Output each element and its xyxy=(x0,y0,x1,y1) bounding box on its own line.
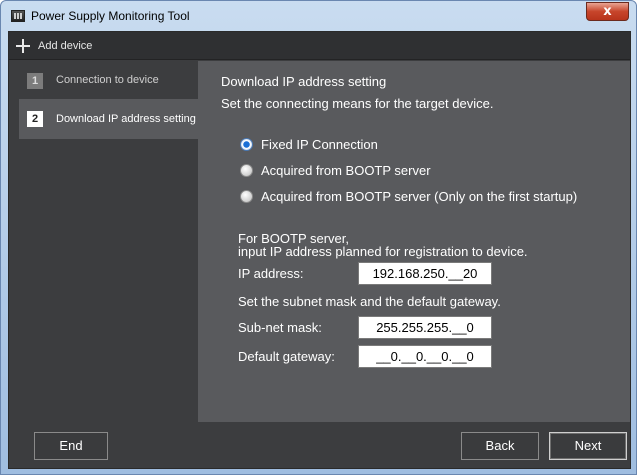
step-label: Download IP address setting xyxy=(56,113,196,125)
default-gateway-label: Default gateway: xyxy=(238,349,335,364)
subnet-note: Set the subnet mask and the default gate… xyxy=(238,294,501,309)
step-download-ip-address-setting: 2 Download IP address setting xyxy=(19,99,198,139)
wizard-steps-sidebar: 1 Connection to device 2 Download IP add… xyxy=(9,61,198,421)
radio-button[interactable] xyxy=(240,190,253,203)
end-button[interactable]: End xyxy=(34,432,108,460)
bootp-note: input IP address planned for registratio… xyxy=(238,244,528,259)
close-button[interactable]: x xyxy=(586,2,629,21)
page-heading: Download IP address setting xyxy=(221,74,387,89)
radio-label: Fixed IP Connection xyxy=(261,137,378,152)
window-title: Power Supply Monitoring Tool xyxy=(31,9,190,23)
title-bar[interactable]: Power Supply Monitoring Tool x xyxy=(1,1,636,31)
radio-button-checked[interactable] xyxy=(240,138,253,151)
next-button[interactable]: Next xyxy=(549,432,627,460)
app-window: Power Supply Monitoring Tool x Add devic… xyxy=(0,0,637,475)
radio-label: Acquired from BOOTP server (Only on the … xyxy=(261,189,578,204)
back-button[interactable]: Back xyxy=(461,432,539,460)
step-content-panel: Download IP address setting Set the conn… xyxy=(198,61,630,422)
ip-address-input[interactable]: 192.168.250.__20 xyxy=(358,262,492,285)
step-number: 1 xyxy=(27,73,43,89)
step-label: Connection to device xyxy=(56,74,159,86)
plus-icon xyxy=(16,39,30,53)
default-gateway-input[interactable]: __0.__0.__0.__0 xyxy=(358,345,492,368)
ip-address-label: IP address: xyxy=(238,266,304,281)
step-number: 2 xyxy=(27,111,43,127)
add-device-button[interactable]: Add device xyxy=(9,32,630,60)
wizard-client-area: Add device 1 Connection to device 2 Down… xyxy=(8,31,631,469)
wizard-footer: End Back Next xyxy=(9,422,630,468)
instruction-text: Set the connecting means for the target … xyxy=(221,96,494,111)
app-icon xyxy=(11,10,25,22)
subnet-mask-input[interactable]: 255.255.255.__0 xyxy=(358,316,492,339)
radio-button[interactable] xyxy=(240,164,253,177)
subnet-mask-label: Sub-net mask: xyxy=(238,320,322,335)
add-device-label: Add device xyxy=(38,40,93,52)
radio-label: Acquired from BOOTP server xyxy=(261,163,431,178)
step-connection-to-device: 1 Connection to device xyxy=(19,67,198,97)
